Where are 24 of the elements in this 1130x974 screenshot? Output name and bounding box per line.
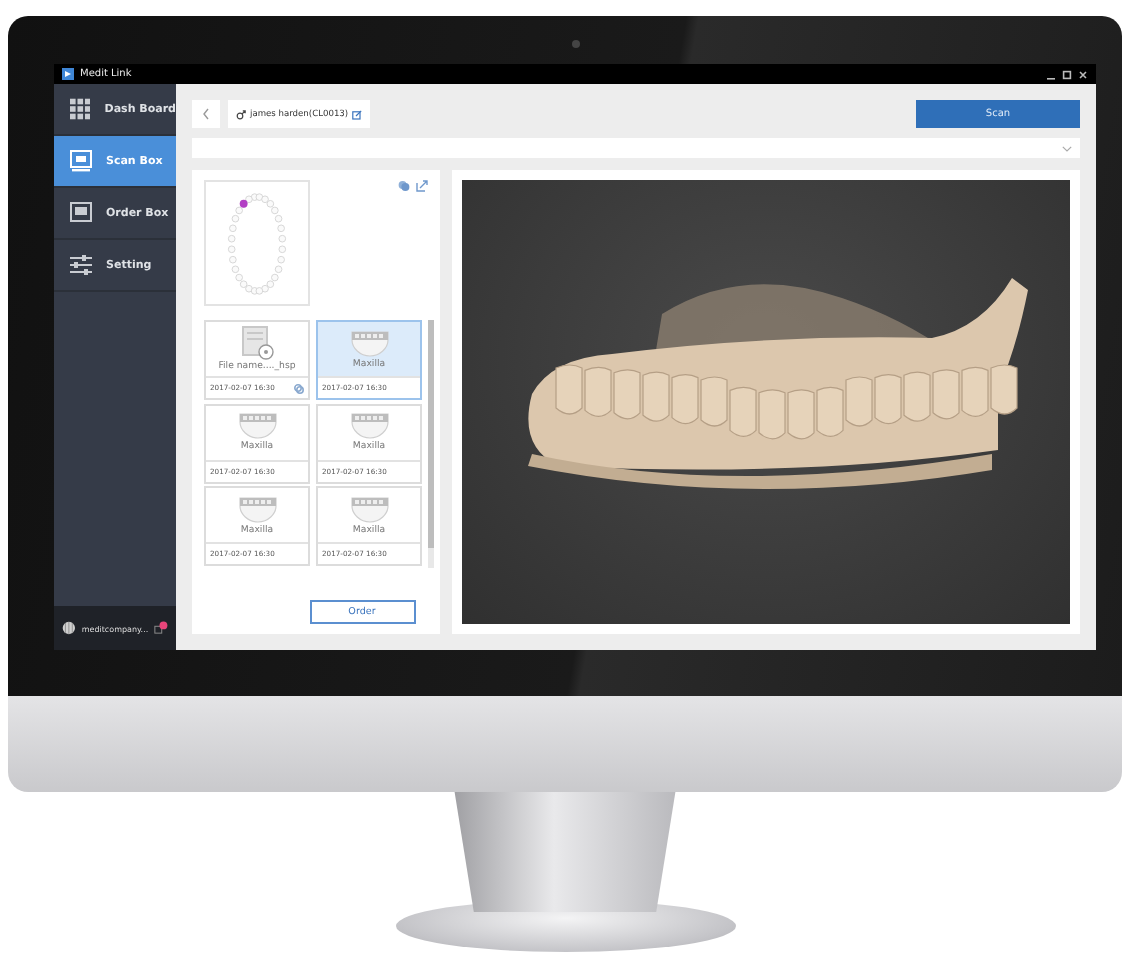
dental-arch-icon: [237, 495, 277, 524]
dental-arch-icon: [349, 412, 389, 441]
chevron-left-icon: [202, 108, 210, 120]
chevron-down-icon: [1062, 145, 1072, 151]
globe-icon: [62, 620, 76, 636]
gender-icon: [236, 109, 246, 119]
notification-icon[interactable]: [154, 620, 168, 636]
external-link-icon[interactable]: [352, 109, 363, 119]
unknown-file-icon: [241, 326, 273, 360]
maximize-icon[interactable]: [1062, 69, 1072, 79]
scrollbar[interactable]: [428, 320, 434, 568]
tray-icon: [70, 202, 92, 224]
app-logo-icon: [62, 68, 74, 80]
monitor-icon: [70, 150, 92, 172]
close-icon[interactable]: [1078, 69, 1088, 79]
dental-arch-icon: [349, 329, 389, 357]
grid-icon: [70, 98, 91, 120]
copy-icon[interactable]: [398, 180, 410, 192]
export-icon[interactable]: [416, 180, 428, 192]
link-icon: [294, 383, 304, 393]
sliders-icon: [70, 254, 92, 276]
dental-arch-icon: [349, 495, 389, 524]
dental-arch-icon: [237, 412, 277, 441]
dropdown-field[interactable]: [192, 138, 1080, 158]
